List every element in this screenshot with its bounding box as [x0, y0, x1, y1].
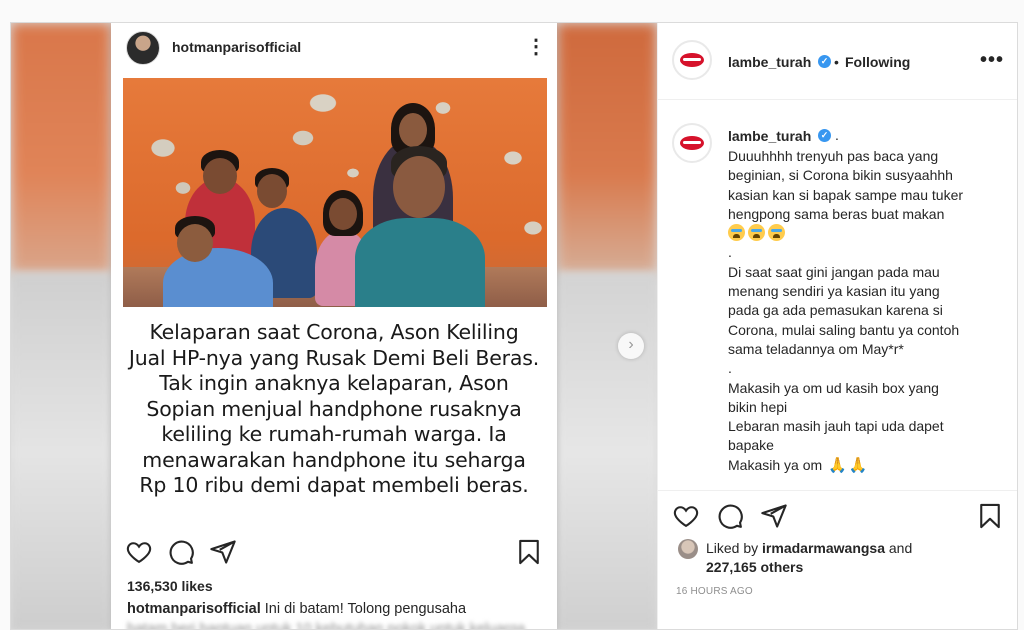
comment-line: Duuuhhhh trenyuh pas baca yang [728, 148, 939, 164]
heart-icon[interactable] [672, 502, 700, 530]
comment-line: menang sendiri ya kasian itu yang [728, 283, 940, 300]
share-icon [209, 538, 237, 566]
embedded-caption-text: Ini di batam! Tolong pengusaha [264, 601, 467, 617]
comment-author-avatar[interactable] [672, 123, 712, 163]
embedded-avatar [126, 31, 160, 65]
verified-badge-icon: ✓ [818, 129, 831, 142]
comment-line: . [728, 360, 732, 377]
comment-line: hengpong sama beras buat makan [728, 205, 945, 222]
emoji-line [728, 224, 1008, 243]
family-photo [123, 78, 547, 307]
comment-line: bikin hepi [728, 398, 788, 415]
lips-logo-icon [680, 53, 704, 67]
embedded-caption-username: hotmanparisofficial [127, 601, 261, 617]
comment-last-line: Makasih ya om 🙏 🙏 [728, 456, 1008, 475]
embedded-caption: hotmanparisofficial Ini di batam! Tolong… [127, 601, 466, 617]
folded-hands-icon: 🙏 [828, 456, 847, 474]
post-modal: hotmanparisofficial ⋮ Kelaparan saat Cor… [10, 22, 1018, 630]
post-timestamp[interactable]: 16 HOURS AGO [676, 586, 753, 597]
lips-logo-icon [680, 136, 704, 150]
bookmark-icon[interactable] [976, 502, 1004, 530]
loudly-crying-face-icon [748, 224, 765, 242]
embedded-more-icon: ⋮ [526, 36, 546, 58]
post-header: lambe_turah ✓ • Following ••• [658, 23, 1017, 100]
caption-line: Sopian menjual handphone rusaknya [146, 396, 522, 421]
header-separator: • [834, 54, 839, 70]
post-side-panel: lambe_turah ✓ • Following ••• lambe_tura… [657, 23, 1017, 629]
comment-icon[interactable] [716, 502, 744, 530]
comment-line: kasian kan si bapak sampe mau tuker [728, 186, 964, 203]
comment-line: bapake [728, 437, 774, 454]
embedded-image-caption: Kelaparan saat Corona, Ason Keliling Jua… [111, 320, 557, 499]
author-username[interactable]: lambe_turah [728, 54, 811, 70]
author-avatar[interactable] [672, 40, 712, 80]
more-options-icon[interactable]: ••• [980, 49, 1004, 72]
post-media[interactable]: hotmanparisofficial ⋮ Kelaparan saat Cor… [11, 23, 657, 630]
liked-by-others-link[interactable]: 227,165 others [706, 559, 803, 575]
comment-line: Lebaran masih jauh tapi uda dapet [728, 418, 944, 435]
verified-badge-icon: ✓ [818, 55, 831, 68]
comment-line: Makasih ya om [728, 456, 823, 473]
comment-line: beginian, si Corona bikin susyaahhh [728, 167, 953, 184]
action-divider [658, 490, 1017, 491]
caption-line: keliling ke rumah-rumah warga. Ia [161, 422, 507, 446]
caption-line: menawarakan handphone itu seharga [142, 447, 526, 472]
embedded-post-header: hotmanparisofficial ⋮ [111, 23, 557, 73]
carousel-next-button[interactable]: › [618, 333, 644, 359]
liked-by-user-link[interactable]: irmadarmawangsa [762, 540, 885, 556]
liked-by-prefix: Liked by [706, 540, 759, 556]
comment-icon [167, 538, 195, 566]
loudly-crying-face-icon [728, 224, 745, 242]
heart-icon [125, 538, 153, 566]
comment-line: Di saat saat gini jangan pada mau [728, 263, 940, 280]
folded-hands-icon: 🙏 [848, 456, 868, 474]
comment-username[interactable]: lambe_turah [728, 128, 811, 144]
embedded-action-bar [111, 536, 557, 568]
comment-line: sama teladannya om May*r* [728, 340, 904, 357]
caption-comment-body: Duuuhhhh trenyuh pas baca yang beginian,… [728, 147, 1008, 475]
caption-line: Rp 10 ribu demi dapat membeli beras. [139, 473, 529, 497]
share-icon[interactable] [760, 502, 788, 530]
caption-line: Jual HP-nya yang Rusak Demi Beli Beras. [128, 345, 540, 370]
embedded-screenshot-post: hotmanparisofficial ⋮ Kelaparan saat Cor… [111, 23, 557, 630]
comment-first-text: . [835, 127, 839, 143]
comment-line: Corona, mulai saling bantu ya contoh [728, 321, 960, 338]
comment-line: pada ga ada pemasukan karena si [728, 302, 943, 319]
following-button[interactable]: Following [845, 54, 910, 70]
embedded-username: hotmanparisofficial [172, 39, 302, 55]
loudly-crying-face-icon [768, 224, 785, 242]
liked-by-and: and [888, 540, 913, 556]
comment-line: Makasih ya om ud kasih box yang [728, 379, 939, 396]
embedded-caption-cutoff: batam beri bantuan untuk 10 kebutuhan po… [127, 621, 526, 630]
caption-line: Kelaparan saat Corona, Ason Keliling [149, 320, 519, 344]
comment-line: . [728, 244, 732, 261]
liked-by-text: Liked by irmadarmawangsa and [706, 540, 912, 556]
caption-line: Tak ingin anaknya kelaparan, Ason [159, 371, 509, 395]
liked-by-avatar[interactable] [678, 539, 698, 559]
browser-top-strip [0, 0, 1024, 22]
embedded-likes-count: 136,530 likes [127, 578, 213, 594]
bookmark-icon [515, 538, 543, 566]
